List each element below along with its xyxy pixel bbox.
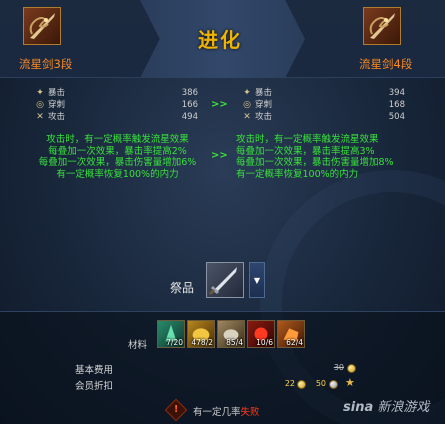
source-effect-text: 攻击时，有一定概率触发流星效果 每叠加一次效果，暴击率提高2% 每叠加一次效果，… — [25, 134, 210, 180]
source-item-name: 流星剑3段 — [19, 57, 73, 71]
stats-arrow: >> — [211, 99, 228, 110]
member-fee-value: 22 — [284, 379, 295, 388]
target-effect-text: 攻击时，有一定概率触发流星效果 每叠加一次效果，暴击率提高3% 每叠加一次效果，… — [236, 134, 416, 180]
sina-games-watermark: sina 新浪游戏 — [343, 396, 429, 415]
stat-value: 166 — [181, 100, 198, 110]
gold-coin-icon — [297, 380, 306, 389]
pierce-icon: ◎ — [36, 100, 44, 110]
material-slot[interactable]: 478/2 — [187, 320, 215, 348]
gold-coin-icon — [347, 364, 356, 373]
stat-label: 攻击 — [255, 112, 273, 122]
target-item-icon[interactable] — [363, 7, 401, 45]
failure-warning-text: 有一定几率 — [193, 407, 241, 418]
attack-icon: ✕ — [243, 112, 251, 122]
catalyst-label: 祭品 — [170, 281, 195, 295]
stat-label: 攻击 — [48, 112, 66, 122]
stat-row: ✕ 攻击 494 — [35, 111, 198, 123]
target-item-name: 流星剑4段 — [359, 57, 413, 71]
stat-value: 504 — [388, 112, 405, 122]
member-fee-value-alt: 50 — [315, 379, 326, 388]
crit-icon: ✦ — [36, 88, 44, 98]
triangle-down-icon: ▼ — [253, 276, 261, 285]
catalyst-dropdown-button[interactable]: ▼ — [249, 262, 265, 298]
stat-value: 168 — [388, 100, 405, 110]
base-fee-label: 基本费用 — [75, 365, 114, 376]
target-stats: ✦ 暴击 394 ◎ 穿刺 168 ✕ 攻击 504 — [242, 87, 405, 123]
material-qty: 478/2 — [191, 338, 213, 347]
material-slot[interactable]: 85/4 — [217, 320, 245, 348]
stat-row: ✦ 暴击 386 — [35, 87, 198, 99]
effect-line: 有一定概率恢复100%的内力 — [236, 168, 359, 180]
material-qty: 62/4 — [286, 338, 303, 347]
member-discount-label: 会员折扣 — [75, 381, 114, 392]
silver-coin-icon — [329, 380, 338, 389]
source-stats: ✦ 暴击 386 ◎ 穿刺 166 ✕ 攻击 494 — [35, 87, 198, 123]
stat-value: 394 — [388, 88, 405, 98]
sword-icon — [208, 267, 237, 296]
stat-row: ✕ 攻击 504 — [242, 111, 405, 123]
material-slot[interactable]: 7/20 — [157, 320, 185, 348]
watermark-text: 新浪游戏 — [377, 400, 430, 415]
effect-line: 攻击时，有一定概率触发流星效果 — [236, 134, 379, 145]
effect-line: 攻击时，有一定概率触发流星效果 — [46, 134, 189, 145]
dragon-sword-icon — [29, 13, 55, 39]
stat-value: 494 — [181, 112, 198, 122]
failure-word: 失败 — [240, 407, 260, 418]
crit-icon: ✦ — [243, 88, 251, 98]
base-fee-value: 30 — [333, 363, 344, 372]
member-star-icon: ★ — [345, 376, 355, 389]
stat-value: 386 — [181, 88, 198, 98]
failure-warning: 有一定几率失败 — [193, 404, 260, 418]
dragon-sword-icon — [369, 13, 395, 39]
pierce-icon: ◎ — [243, 100, 251, 110]
catalyst-slot[interactable] — [206, 262, 244, 298]
page-title: 进化 — [198, 28, 242, 52]
sina-logo: sina — [343, 400, 374, 415]
stat-label: 暴击 — [48, 88, 66, 98]
material-slot[interactable]: 62/4 — [277, 320, 305, 348]
effect-arrow: >> — [211, 150, 228, 161]
effect-line: 每叠加一次效果，暴击率提高3% — [236, 145, 375, 157]
effect-line: 每叠加一次效果，暴击伤害量增加6% — [38, 157, 197, 168]
material-qty: 10/6 — [256, 338, 273, 347]
materials-label: 材料 — [128, 340, 148, 351]
stat-label: 穿刺 — [255, 100, 273, 110]
attack-icon: ✕ — [36, 112, 44, 122]
effect-line: 每叠加一次效果，暴击率提高2% — [48, 145, 187, 157]
material-qty: 85/4 — [226, 338, 243, 347]
effect-line: 有一定概率恢复100%的内力 — [56, 168, 179, 180]
stat-label: 暴击 — [255, 88, 273, 98]
stat-label: 穿刺 — [48, 100, 66, 110]
material-qty: 7/20 — [166, 338, 183, 347]
evolution-window: 进化 流星剑3段 流星剑4段 ✦ 暴击 386 ◎ 穿刺 166 ✕ 攻击 49… — [0, 0, 445, 424]
stat-row: ✦ 暴击 394 — [242, 87, 405, 99]
effect-line: 每叠加一次效果，暴击伤害量增加8% — [236, 157, 394, 168]
stat-row: ◎ 穿刺 166 — [35, 99, 198, 111]
material-slot[interactable]: 10/6 — [247, 320, 275, 348]
stat-row: ◎ 穿刺 168 — [242, 99, 405, 111]
source-item-icon[interactable] — [23, 7, 61, 45]
